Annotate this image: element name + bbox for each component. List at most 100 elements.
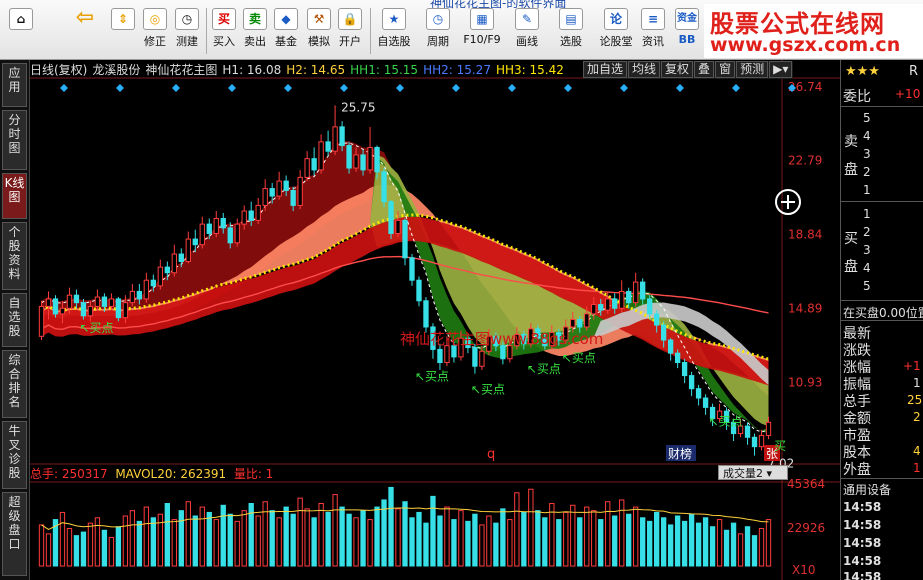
add-watchlist-button[interactable]: 加自选 — [583, 61, 628, 78]
volume-bar — [339, 506, 345, 567]
candle-body — [437, 348, 443, 364]
volume-bar — [479, 524, 485, 567]
volume-bar — [626, 513, 632, 567]
volume-axis-label: X10 — [792, 563, 816, 577]
test-button[interactable]: ◷ 测建 — [172, 6, 202, 56]
h2-value: H2: 14.65 — [286, 63, 346, 77]
tab-apps[interactable]: 应用 — [2, 63, 27, 107]
candle-body — [59, 307, 66, 315]
volume-bar — [332, 494, 338, 567]
period-label[interactable]: 日线(复权) — [30, 63, 87, 77]
volume-bar — [723, 529, 730, 567]
candle-body — [171, 253, 177, 274]
device-label: 通用设备 — [843, 483, 892, 497]
fund-button[interactable]: ◆ 基金 — [272, 6, 300, 56]
volume-bar — [395, 508, 401, 567]
volume-bar — [695, 522, 702, 567]
adjust-button[interactable]: 复权 — [661, 61, 694, 78]
stock-picker-button[interactable]: ▤ 选股 — [554, 6, 588, 56]
volume-bar — [535, 510, 541, 567]
tab-watchlist[interactable]: 自选股 — [2, 293, 27, 347]
mavol20-value: MAVOL20: 262391 — [115, 467, 227, 481]
candle-body — [94, 296, 101, 307]
tab-diagnosis[interactable]: 牛叉诊股 — [2, 421, 27, 489]
ma-button[interactable]: 均线 — [628, 61, 661, 78]
volume-bar — [577, 517, 583, 567]
revise-button[interactable]: ◎ 修正 — [140, 6, 170, 56]
toggle-arrow-icon[interactable]: ▶︎▾ — [769, 61, 793, 78]
chart-control-bar: 加自选 均线 复权叠窗预测 ▶︎▾ — [583, 61, 794, 79]
home-button[interactable]: ⌂ — [6, 6, 36, 56]
sell-button[interactable]: 卖卖出 — [241, 6, 269, 56]
volume-bar — [716, 519, 723, 567]
signal-diamond-icon — [172, 84, 180, 92]
tab-super-quote[interactable]: 超级盘口 — [2, 492, 27, 576]
buy-button[interactable]: 买买入 — [210, 6, 238, 56]
tab-intraday[interactable]: 分时图 — [2, 110, 27, 170]
open-account-button[interactable]: 🔒 开户 — [336, 6, 364, 56]
candle-body — [38, 305, 45, 337]
volume-ratio: 量比: 1 — [233, 467, 274, 481]
news-button[interactable]: ≡ 资讯 — [638, 6, 668, 56]
candle-body — [304, 158, 310, 178]
candle-body — [674, 352, 681, 363]
candle-body — [178, 253, 184, 263]
candle-body — [262, 188, 268, 206]
picker-icon: ▤ — [559, 8, 583, 30]
volume-bar — [150, 517, 157, 567]
back-button[interactable]: ⇦ — [70, 6, 100, 56]
volume-bar — [730, 522, 737, 567]
weibi-value: +10 — [895, 87, 921, 101]
volume-bar — [227, 513, 233, 567]
volume-bar — [653, 511, 660, 567]
tick-time: 14:58 — [843, 518, 882, 532]
candle-body — [73, 294, 80, 304]
tick-time: 14:58 — [843, 554, 882, 568]
q-mark: q — [487, 447, 495, 462]
tab-ranking[interactable]: 综合排名 — [2, 350, 27, 418]
kline-chart[interactable]: 26.7422.7918.8414.8910.934536422926X1025… — [30, 60, 840, 580]
volume-bars — [38, 486, 772, 567]
f10-button[interactable]: ▦ F10/F9 — [460, 6, 504, 56]
price-axis-label: 10.93 — [788, 376, 822, 390]
volume-bar — [290, 513, 296, 567]
candle-body — [80, 302, 87, 317]
candle-body — [367, 146, 373, 171]
volume-axis-label: 22926 — [787, 521, 825, 535]
arrow-up-down-button[interactable]: ⇕ — [110, 6, 136, 56]
candle-body — [150, 279, 157, 287]
candle-body — [325, 141, 331, 152]
tick-time: 14:58 — [843, 500, 882, 514]
volume-bar — [220, 504, 226, 567]
candle-body — [311, 158, 317, 171]
period-button[interactable]: ◷ 周期 — [420, 6, 456, 56]
tab-kline[interactable]: K线图 — [2, 173, 27, 219]
revise-icon: ◎ — [143, 8, 167, 30]
cloud-red-band — [41, 141, 769, 427]
window-button[interactable]: 窗 — [715, 61, 736, 78]
draw-line-button[interactable]: ✎ 画线 — [510, 6, 544, 56]
volume-bar — [486, 515, 492, 567]
candle-body — [688, 375, 695, 390]
forum-button[interactable]: 论论股堂 — [597, 6, 635, 56]
volume-bar — [409, 517, 415, 567]
overlay-button[interactable]: 叠 — [694, 61, 715, 78]
hh1-value: HH1: 15.15 — [350, 63, 419, 77]
candle-body — [248, 210, 254, 221]
moving-average-lines — [40, 142, 769, 433]
hh3-value: HH3: 15.42 — [495, 63, 564, 77]
forecast-button[interactable]: 预测 — [736, 61, 769, 78]
volume-bar — [570, 504, 576, 567]
signal-diamond-icon — [452, 84, 460, 92]
volume-indicator-select[interactable]: 成交量2 ▾ — [718, 465, 788, 480]
tab-profile[interactable]: 个股资料 — [2, 222, 27, 290]
watchlist-button[interactable]: ★ 自选股 — [374, 6, 414, 56]
stock-name: 龙溪股份 — [92, 63, 141, 77]
site-watermark: 股票公式在线网 www.gszx.com.cn — [704, 4, 923, 58]
volume-bar — [276, 517, 282, 567]
simulate-button[interactable]: ⚒ 模拟 — [305, 6, 333, 56]
candle-body — [402, 219, 408, 259]
candle-body — [206, 223, 212, 234]
candle-body — [185, 238, 191, 263]
capital-button[interactable]: 资金 BB — [672, 6, 702, 56]
